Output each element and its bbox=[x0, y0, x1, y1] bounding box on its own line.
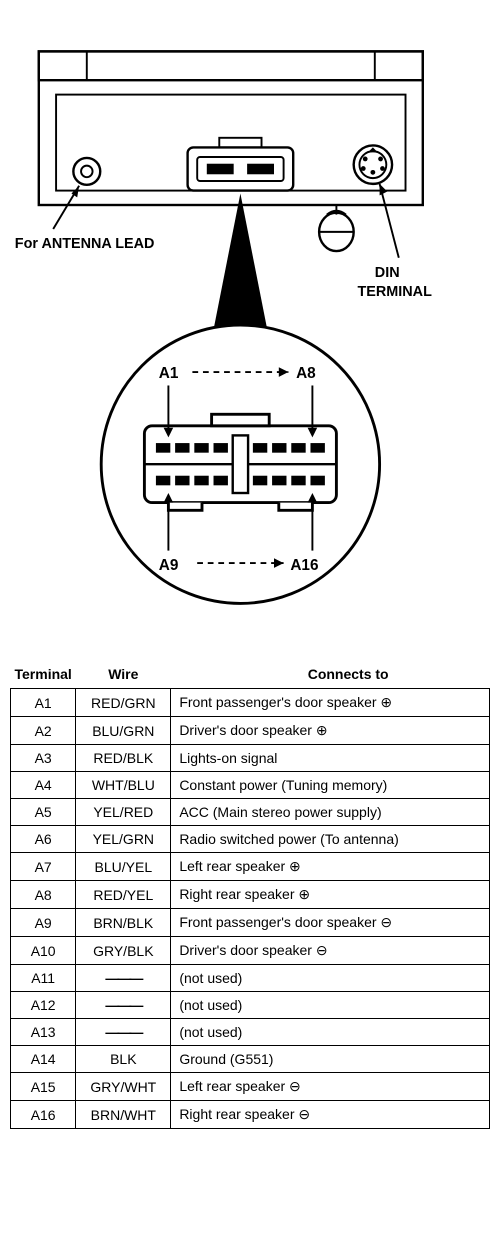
cell-wire: BLK bbox=[76, 1046, 171, 1073]
cell-terminal: A15 bbox=[11, 1073, 76, 1101]
cell-connects: Driver's door speaker ⊕ bbox=[171, 717, 490, 745]
pin-a1-label: A1 bbox=[159, 365, 179, 382]
table-row: A12———(not used) bbox=[11, 992, 490, 1019]
cell-connects: ACC (Main stereo power supply) bbox=[171, 799, 490, 826]
table-row: A1RED/GRNFront passenger's door speaker … bbox=[11, 689, 490, 717]
cell-connects: Driver's door speaker ⊖ bbox=[171, 937, 490, 965]
din-label-1: DIN bbox=[375, 265, 400, 281]
table-row: A11———(not used) bbox=[11, 965, 490, 992]
cell-wire: ——— bbox=[76, 992, 171, 1019]
table-row: A7BLU/YELLeft rear speaker ⊕ bbox=[11, 853, 490, 881]
antenna-callout bbox=[53, 186, 79, 229]
cell-connects: (not used) bbox=[171, 1019, 490, 1046]
cell-terminal: A16 bbox=[11, 1101, 76, 1129]
table-row: A6YEL/GRNRadio switched power (To antenn… bbox=[11, 826, 490, 853]
cell-terminal: A13 bbox=[11, 1019, 76, 1046]
wiring-diagram: For ANTENNA LEAD DIN TERMINAL bbox=[10, 10, 490, 640]
magnified-connector bbox=[101, 325, 379, 603]
cell-terminal: A14 bbox=[11, 1046, 76, 1073]
cell-connects: Right rear speaker ⊕ bbox=[171, 881, 490, 909]
cell-terminal: A7 bbox=[11, 853, 76, 881]
cell-wire: ——— bbox=[76, 965, 171, 992]
pin-a8-label: A8 bbox=[296, 365, 316, 382]
cell-terminal: A9 bbox=[11, 909, 76, 937]
cell-connects: Front passenger's door speaker ⊕ bbox=[171, 689, 490, 717]
din-callout bbox=[380, 184, 399, 258]
table-row: A4WHT/BLUConstant power (Tuning memory) bbox=[11, 772, 490, 799]
radio-unit-icon bbox=[39, 51, 423, 251]
header-terminal: Terminal bbox=[11, 660, 76, 689]
leader-triangle bbox=[212, 193, 270, 339]
cell-wire: RED/GRN bbox=[76, 689, 171, 717]
cell-wire: GRY/BLK bbox=[76, 937, 171, 965]
table-row: A9BRN/BLKFront passenger's door speaker … bbox=[11, 909, 490, 937]
cell-terminal: A10 bbox=[11, 937, 76, 965]
cell-connects: Front passenger's door speaker ⊖ bbox=[171, 909, 490, 937]
cell-terminal: A1 bbox=[11, 689, 76, 717]
table-row: A2BLU/GRNDriver's door speaker ⊕ bbox=[11, 717, 490, 745]
wiring-table: Terminal Wire Connects to A1RED/GRNFront… bbox=[10, 660, 490, 1129]
table-row: A5YEL/REDACC (Main stereo power supply) bbox=[11, 799, 490, 826]
cell-terminal: A11 bbox=[11, 965, 76, 992]
cell-terminal: A4 bbox=[11, 772, 76, 799]
pin-a9-label: A9 bbox=[159, 557, 179, 574]
cell-terminal: A2 bbox=[11, 717, 76, 745]
cell-wire: WHT/BLU bbox=[76, 772, 171, 799]
cell-wire: BLU/YEL bbox=[76, 853, 171, 881]
pin-a16-label: A16 bbox=[290, 557, 318, 574]
table-row: A10GRY/BLKDriver's door speaker ⊖ bbox=[11, 937, 490, 965]
header-connects: Connects to bbox=[171, 660, 490, 689]
cell-connects: Left rear speaker ⊕ bbox=[171, 853, 490, 881]
cell-wire: BRN/WHT bbox=[76, 1101, 171, 1129]
cell-wire: RED/YEL bbox=[76, 881, 171, 909]
cell-wire: YEL/RED bbox=[76, 799, 171, 826]
cell-wire: YEL/GRN bbox=[76, 826, 171, 853]
cell-terminal: A12 bbox=[11, 992, 76, 1019]
cell-wire: BLU/GRN bbox=[76, 717, 171, 745]
antenna-label: For ANTENNA LEAD bbox=[15, 236, 155, 252]
cell-connects: Ground (G551) bbox=[171, 1046, 490, 1073]
cell-connects: (not used) bbox=[171, 992, 490, 1019]
table-row: A16BRN/WHTRight rear speaker ⊖ bbox=[11, 1101, 490, 1129]
cell-wire: GRY/WHT bbox=[76, 1073, 171, 1101]
table-row: A13———(not used) bbox=[11, 1019, 490, 1046]
cell-wire: RED/BLK bbox=[76, 745, 171, 772]
cell-connects: (not used) bbox=[171, 965, 490, 992]
cell-terminal: A6 bbox=[11, 826, 76, 853]
cell-connects: Lights-on signal bbox=[171, 745, 490, 772]
table-row: A15GRY/WHTLeft rear speaker ⊖ bbox=[11, 1073, 490, 1101]
cell-connects: Radio switched power (To antenna) bbox=[171, 826, 490, 853]
table-header-row: Terminal Wire Connects to bbox=[11, 660, 490, 689]
cell-wire: ——— bbox=[76, 1019, 171, 1046]
cell-connects: Right rear speaker ⊖ bbox=[171, 1101, 490, 1129]
cell-terminal: A5 bbox=[11, 799, 76, 826]
din-label-2: TERMINAL bbox=[358, 284, 433, 300]
header-wire: Wire bbox=[76, 660, 171, 689]
cell-terminal: A8 bbox=[11, 881, 76, 909]
cell-connects: Left rear speaker ⊖ bbox=[171, 1073, 490, 1101]
table-row: A3RED/BLKLights-on signal bbox=[11, 745, 490, 772]
table-row: A8RED/YELRight rear speaker ⊕ bbox=[11, 881, 490, 909]
cell-terminal: A3 bbox=[11, 745, 76, 772]
table-row: A14BLKGround (G551) bbox=[11, 1046, 490, 1073]
cell-wire: BRN/BLK bbox=[76, 909, 171, 937]
cell-connects: Constant power (Tuning memory) bbox=[171, 772, 490, 799]
